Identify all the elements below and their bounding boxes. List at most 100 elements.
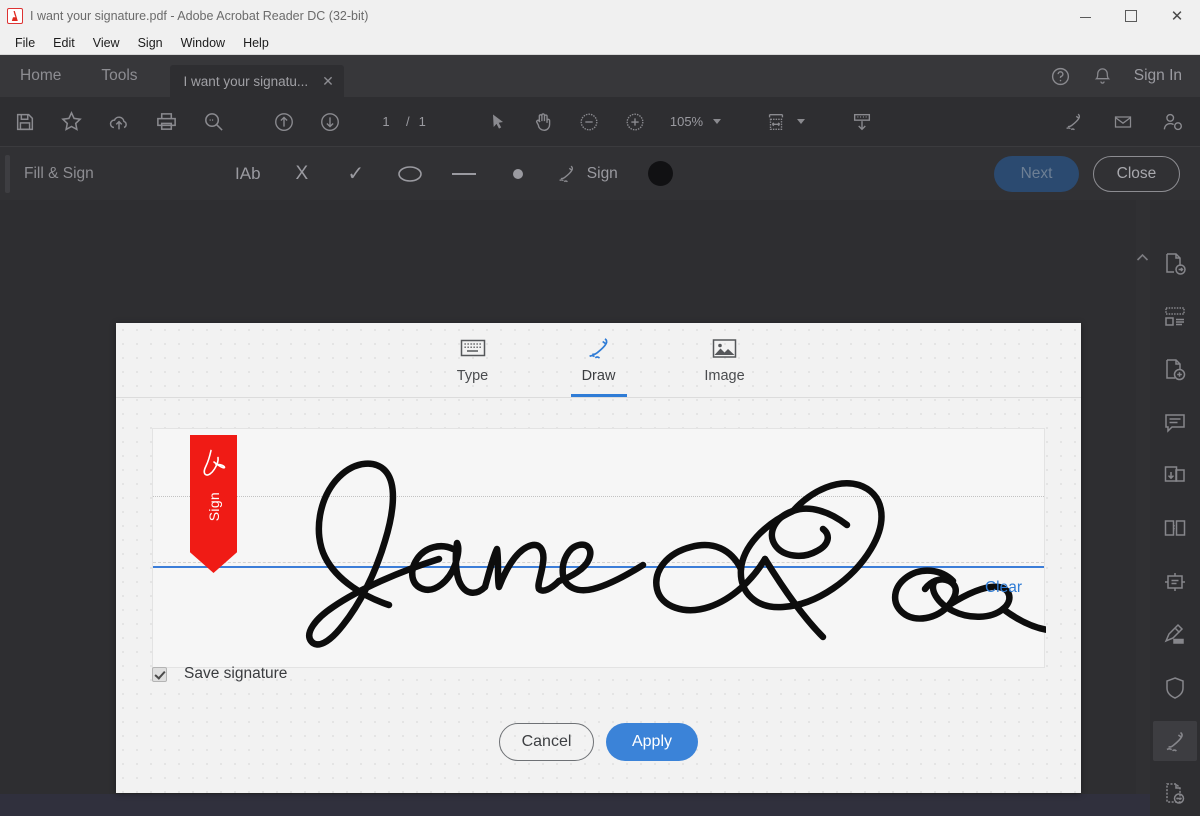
acrobat-window: I want your signature.pdf - Adobe Acroba… xyxy=(0,0,1200,816)
chevron-down-icon[interactable] xyxy=(713,119,721,124)
menu-item-sign[interactable]: Sign xyxy=(129,34,172,52)
checkmark-icon[interactable]: ✓ xyxy=(342,160,370,188)
tab-draw[interactable]: Draw xyxy=(560,328,638,392)
nav-tools[interactable]: Tools xyxy=(81,55,157,97)
sign-tool-button[interactable]: Sign xyxy=(554,163,618,185)
sign-pen-icon[interactable] xyxy=(1061,111,1085,133)
page-number-input[interactable]: 1 xyxy=(375,111,397,132)
rail-item-comment-icon[interactable] xyxy=(1153,403,1197,443)
tab-draw-label: Draw xyxy=(582,368,616,384)
rail-item-combine-files-icon[interactable] xyxy=(1153,456,1197,496)
document-tab[interactable]: I want your signatu... ✕ xyxy=(170,65,344,97)
menu-item-file[interactable]: File xyxy=(6,34,44,52)
menu-item-edit[interactable]: Edit xyxy=(44,34,84,52)
next-button[interactable]: Next xyxy=(994,156,1079,192)
rail-item-edit-pdf-icon[interactable] xyxy=(1153,350,1197,390)
zoom-in-icon[interactable] xyxy=(624,111,646,133)
scroll-mode-icon[interactable] xyxy=(851,111,873,133)
upload-circle-icon[interactable] xyxy=(273,111,295,133)
window-controls: ✕ xyxy=(1062,0,1200,32)
page-navigation: 1 / 1 xyxy=(375,111,426,132)
save-icon[interactable] xyxy=(14,111,36,133)
sign-tool-label: Sign xyxy=(587,165,618,183)
maximize-button[interactable] xyxy=(1108,0,1154,32)
navigation-bar: Home Tools I want your signatu... ✕ Sign… xyxy=(0,55,1200,97)
tab-image[interactable]: Image xyxy=(686,328,764,392)
rail-item-more-tools-icon[interactable] xyxy=(1153,774,1197,814)
rail-item-redact-icon[interactable] xyxy=(1153,615,1197,655)
search-icon[interactable] xyxy=(202,110,225,133)
dot-icon[interactable] xyxy=(504,160,532,188)
nav-home[interactable]: Home xyxy=(0,55,81,97)
rail-item-organize-pages-icon[interactable] xyxy=(1153,509,1197,549)
toolbar-left-group xyxy=(0,110,341,133)
save-signature-row[interactable]: Save signature xyxy=(152,665,287,683)
line-icon[interactable] xyxy=(450,160,478,188)
sign-here-flag-label: Sign xyxy=(206,492,222,521)
save-signature-checkbox[interactable] xyxy=(152,667,167,682)
menu-item-window[interactable]: Window xyxy=(172,34,234,52)
print-icon[interactable] xyxy=(155,110,178,133)
close-icon[interactable]: ✕ xyxy=(322,73,334,90)
menu-item-help[interactable]: Help xyxy=(234,34,278,52)
clear-signature-link[interactable]: Clear xyxy=(985,579,1022,597)
panel-drag-handle[interactable] xyxy=(5,155,10,193)
toolbar-right-group xyxy=(1061,111,1200,133)
star-icon[interactable] xyxy=(60,110,83,133)
chevron-up-icon[interactable] xyxy=(1136,253,1149,262)
sign-pen-icon xyxy=(554,163,578,185)
draw-pen-icon xyxy=(585,335,613,361)
menu-item-view[interactable]: View xyxy=(84,34,129,52)
minimize-button[interactable] xyxy=(1062,0,1108,32)
signature-dialog: Type Draw xyxy=(116,323,1081,793)
hand-icon[interactable] xyxy=(532,111,554,133)
envelope-icon[interactable] xyxy=(1111,112,1135,132)
rail-item-compress-pdf-icon[interactable] xyxy=(1153,562,1197,602)
pointer-icon[interactable] xyxy=(488,112,508,132)
page-total: 1 xyxy=(419,114,426,129)
toolbar-fit-group xyxy=(751,111,873,133)
signature-dialog-tabs: Type Draw xyxy=(116,323,1081,398)
download-circle-icon[interactable] xyxy=(319,111,341,133)
fill-and-sign-tools: IAb X ✓ xyxy=(234,160,532,188)
close-window-button[interactable]: ✕ xyxy=(1154,0,1200,32)
color-swatch-button[interactable] xyxy=(648,161,673,186)
rail-item-export-pdf-icon[interactable] xyxy=(1153,244,1197,284)
tools-rail xyxy=(1150,200,1200,816)
cancel-button[interactable]: Cancel xyxy=(499,723,594,761)
sign-in-button[interactable]: Sign In xyxy=(1134,67,1182,85)
person-add-icon[interactable] xyxy=(1161,111,1184,133)
ellipse-icon[interactable] xyxy=(396,160,424,188)
adobe-logo-icon xyxy=(201,448,227,478)
cloud-upload-icon[interactable] xyxy=(107,111,131,133)
title-bar: I want your signature.pdf - Adobe Acroba… xyxy=(0,0,1200,32)
text-ab-icon[interactable]: IAb xyxy=(234,160,262,188)
page-separator: / xyxy=(406,114,410,129)
signature-draw-canvas[interactable]: Clear xyxy=(152,428,1045,668)
pdf-document-icon xyxy=(7,8,23,24)
tab-image-label: Image xyxy=(704,368,744,384)
bell-icon[interactable] xyxy=(1093,66,1112,86)
rail-item-fill-and-sign-icon[interactable] xyxy=(1153,721,1197,761)
close-fill-sign-button[interactable]: Close xyxy=(1093,156,1180,192)
fit-page-icon[interactable] xyxy=(765,111,787,133)
app-body-dimmed: Home Tools I want your signatu... ✕ Sign… xyxy=(0,55,1200,816)
tab-type[interactable]: Type xyxy=(434,328,512,392)
window-title: I want your signature.pdf - Adobe Acroba… xyxy=(30,9,368,23)
rail-item-create-pdf-icon[interactable] xyxy=(1153,297,1197,337)
main-toolbar: 1 / 1 xyxy=(0,97,1200,147)
fill-and-sign-title: Fill & Sign xyxy=(24,165,94,183)
keyboard-icon xyxy=(460,335,486,361)
cross-x-icon[interactable]: X xyxy=(288,160,316,188)
help-circle-icon[interactable] xyxy=(1050,66,1071,87)
zoom-level-value: 105% xyxy=(670,114,703,129)
document-tab-label: I want your signatu... xyxy=(184,74,309,89)
zoom-control[interactable]: 105% xyxy=(670,114,721,129)
chevron-down-icon[interactable] xyxy=(797,119,805,124)
tab-type-label: Type xyxy=(457,368,488,384)
zoom-out-icon[interactable] xyxy=(578,111,600,133)
rail-item-protect-icon[interactable] xyxy=(1153,668,1197,708)
document-bottom-strip xyxy=(0,794,1150,816)
apply-button[interactable]: Apply xyxy=(606,723,698,761)
document-scrollbar[interactable] xyxy=(1136,200,1150,816)
